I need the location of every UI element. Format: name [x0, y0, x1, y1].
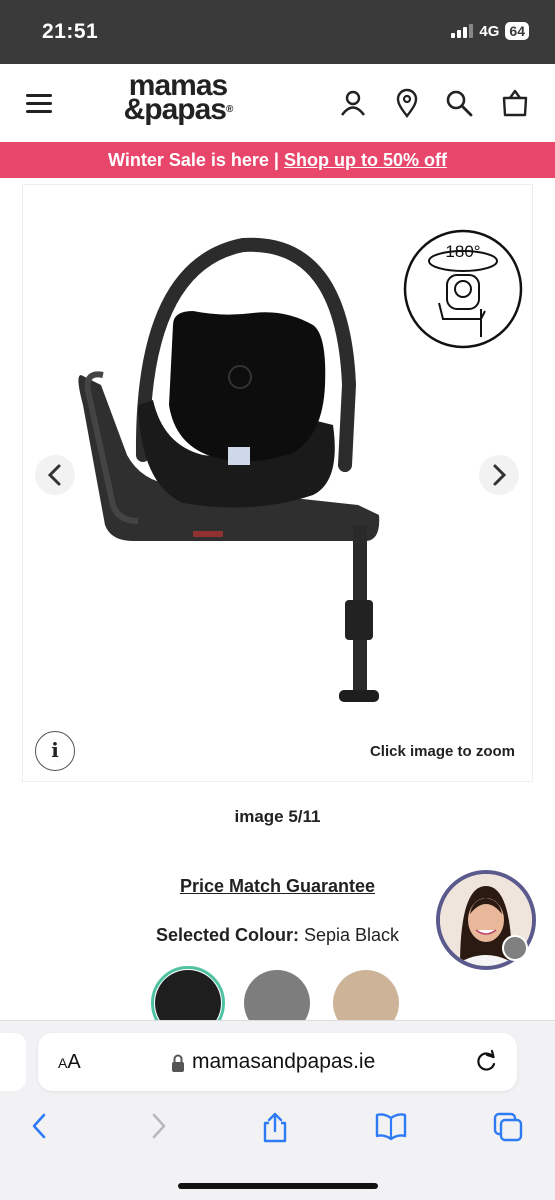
reader-options-button[interactable]: AA [58, 1051, 81, 1074]
promo-banner: Winter Sale is here | Shop up to 50% off [0, 142, 555, 178]
status-time: 21:51 [42, 20, 99, 43]
network-type: 4G [479, 22, 500, 40]
address-bar[interactable]: AA mamasandpapas.ie [38, 1033, 517, 1091]
site-logo[interactable]: mamas &papas® [108, 71, 248, 125]
product-image[interactable]: 180° [23, 185, 534, 783]
battery-icon: 64 [505, 22, 529, 40]
url-text: mamasandpapas.ie [192, 1050, 376, 1073]
colour-swatches [151, 966, 405, 1040]
home-indicator [178, 1183, 378, 1189]
chevron-right-icon [493, 464, 507, 486]
selected-colour-value: Sepia Black [303, 925, 400, 945]
site-header: mamas &papas® [0, 64, 555, 142]
signal-icon [451, 24, 474, 38]
logo-registered: ® [226, 104, 233, 115]
status-indicators: 4G 64 [451, 22, 529, 40]
product-gallery[interactable]: 180° i Click image to zoom [22, 184, 533, 782]
search-icon[interactable] [444, 88, 474, 118]
back-icon[interactable] [28, 1111, 50, 1141]
lock-icon [172, 1054, 184, 1072]
chevron-left-icon [47, 464, 61, 486]
browser-toolbar: AA mamasandpapas.ie [0, 1020, 555, 1200]
status-bar: 21:51 4G 64 [0, 0, 555, 64]
promo-link[interactable]: Shop up to 50% off [284, 150, 447, 170]
logo-line-2: &papas [123, 93, 227, 126]
bookmarks-icon[interactable] [374, 1111, 408, 1141]
next-image-button[interactable] [479, 455, 519, 495]
forward-icon[interactable] [148, 1111, 170, 1141]
reload-icon[interactable] [473, 1049, 499, 1075]
promo-text: Winter Sale is here | [108, 150, 284, 170]
previous-image-button[interactable] [35, 455, 75, 495]
account-icon[interactable] [338, 88, 368, 118]
chat-status-dot [502, 935, 528, 961]
tabs-icon[interactable] [492, 1111, 524, 1143]
share-icon[interactable] [260, 1111, 290, 1143]
bag-icon[interactable] [500, 88, 530, 118]
store-locator-icon[interactable] [392, 88, 422, 118]
info-button[interactable]: i [35, 731, 75, 771]
aa-small: A [58, 1055, 68, 1071]
menu-icon[interactable] [26, 94, 52, 114]
zoom-hint: Click image to zoom [369, 743, 515, 760]
aa-large: A [67, 1051, 81, 1073]
selected-colour-label: Selected Colour: [155, 925, 299, 945]
image-counter: image 5/11 [234, 807, 321, 826]
previous-tab-preview[interactable] [0, 1033, 26, 1091]
